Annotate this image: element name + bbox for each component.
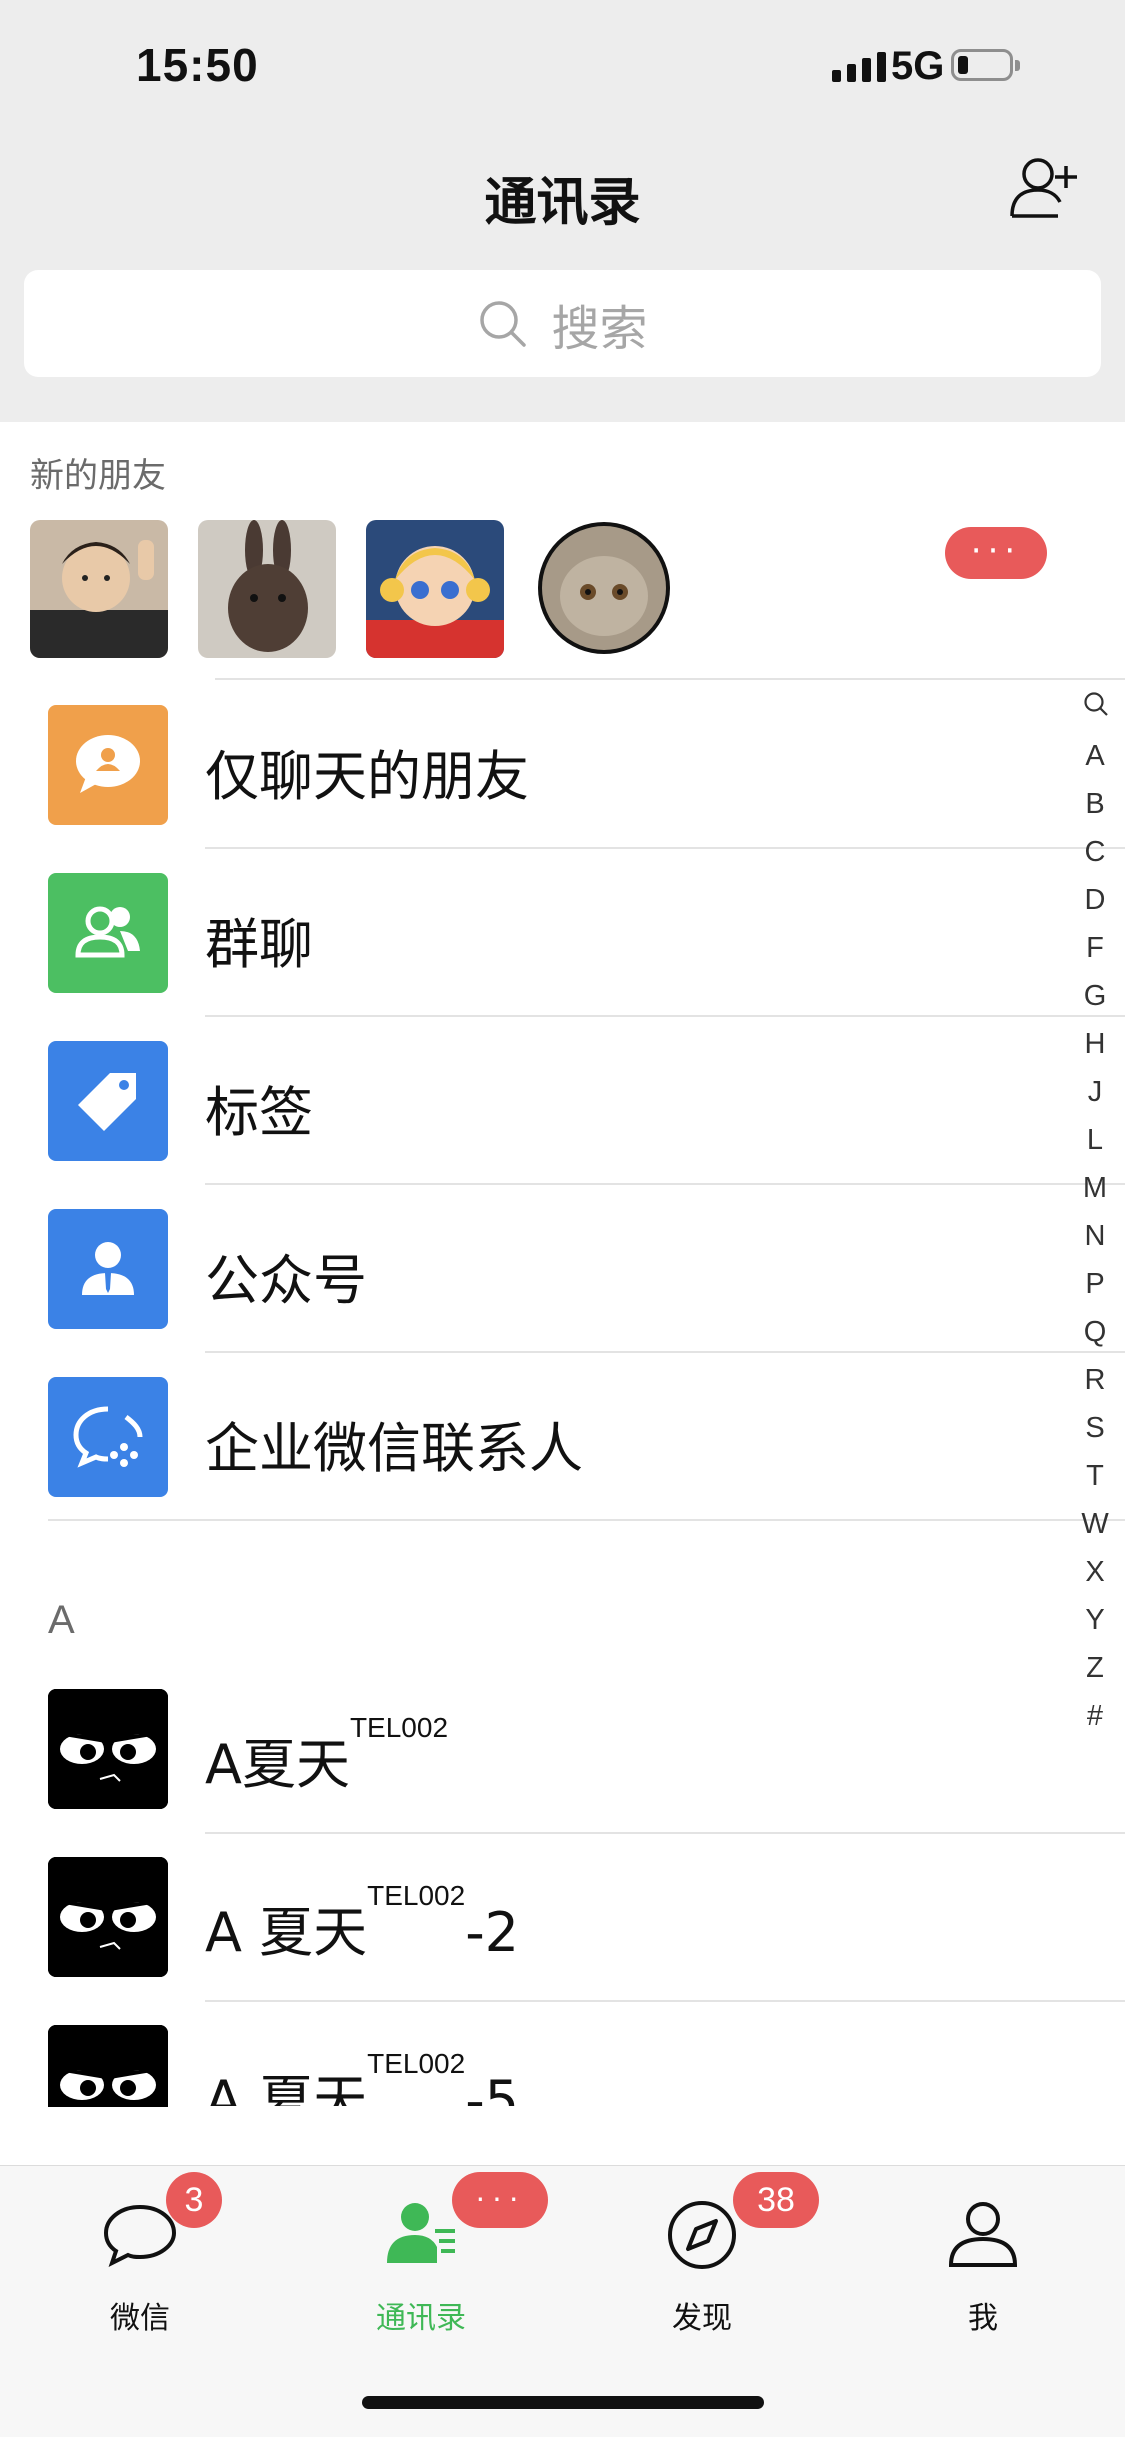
tab-label: 我 [968,2301,998,2336]
index-letter[interactable]: G [1078,972,1112,1020]
search-placeholder: 搜索 [551,300,648,357]
index-letter[interactable]: B [1078,780,1112,828]
index-letter[interactable]: J [1078,1068,1112,1116]
divider [48,1519,1125,1521]
new-friends-title: 新的朋友 [30,456,166,496]
function-row-label: 标签 [205,1081,313,1144]
index-letter[interactable]: A [1078,732,1112,780]
index-letter[interactable]: # [1078,1692,1112,1740]
network-type: 5G [891,44,945,88]
contact-name: A夏天TEL002 [205,1712,449,1796]
function-row-label: 企业微信联系人 [205,1417,583,1480]
new-friend-avatar[interactable] [366,520,504,658]
index-letter[interactable]: Z [1078,1644,1112,1692]
index-letter[interactable]: R [1078,1356,1112,1404]
index-letter[interactable]: S [1078,1404,1112,1452]
new-friends-more-badge[interactable]: ··· [945,527,1047,579]
new-friend-avatar[interactable] [538,522,670,654]
index-letter[interactable]: T [1078,1452,1112,1500]
index-letter[interactable]: D [1078,876,1112,924]
contact-avatar [48,1857,168,1977]
add-friend-icon[interactable] [1008,152,1080,224]
index-letter[interactable]: Q [1078,1308,1112,1356]
contacts-icon [381,2195,461,2275]
search-icon [480,300,527,347]
wecom-contact-icon [48,1377,168,1497]
discover-badge: 38 [733,2172,819,2228]
index-letter[interactable]: L [1078,1116,1112,1164]
chat-only-friend-icon [48,705,168,825]
index-letter[interactable]: F [1078,924,1112,972]
function-row-label: 仅聊天的朋友 [205,745,529,808]
index-letter[interactable]: P [1078,1260,1112,1308]
tag-icon [48,1041,168,1161]
official-account-icon [48,1209,168,1329]
tab-me[interactable]: 我 [883,2195,1083,2337]
home-indicator [362,2396,764,2409]
person-icon [943,2195,1023,2275]
signal-icon [832,52,886,82]
contact-avatar [48,1689,168,1809]
index-letter[interactable]: W [1078,1500,1112,1548]
battery-icon [951,49,1020,81]
index-letter[interactable]: H [1078,1020,1112,1068]
contact-name-clip: A 夏天TEL002-5 [205,2040,519,2106]
tab-label: 通讯录 [376,2301,466,2336]
new-friend-avatar[interactable] [30,520,168,658]
index-search-icon[interactable] [1082,690,1110,718]
contact-name: A 夏天TEL002-5 [205,2048,520,2106]
function-row-label: 群聊 [205,913,313,976]
compass-icon [662,2195,742,2275]
index-letter[interactable]: C [1078,828,1112,876]
new-friend-avatar[interactable] [198,520,336,658]
contact-avatar [48,2025,168,2107]
search-input[interactable]: 搜索 [24,270,1101,377]
index-bar[interactable]: A B C D F G H J L M N P Q R S T W X Y Z # [1078,732,1112,1740]
unread-badge: 3 [166,2172,222,2228]
group-chat-icon [48,873,168,993]
index-letter[interactable]: N [1078,1212,1112,1260]
section-header-letter: A [48,1598,75,1642]
status-time: 15:50 [136,39,259,91]
contacts-badge: ··· [452,2172,548,2228]
tab-label: 微信 [110,2301,170,2336]
function-row-label: 公众号 [205,1249,367,1312]
index-letter[interactable]: Y [1078,1596,1112,1644]
index-letter[interactable]: X [1078,1548,1112,1596]
page-title: 通讯录 [484,173,641,233]
index-letter[interactable]: M [1078,1164,1112,1212]
tab-label: 发现 [672,2301,732,2336]
contact-name: A 夏天TEL002-2 [205,1880,520,1964]
